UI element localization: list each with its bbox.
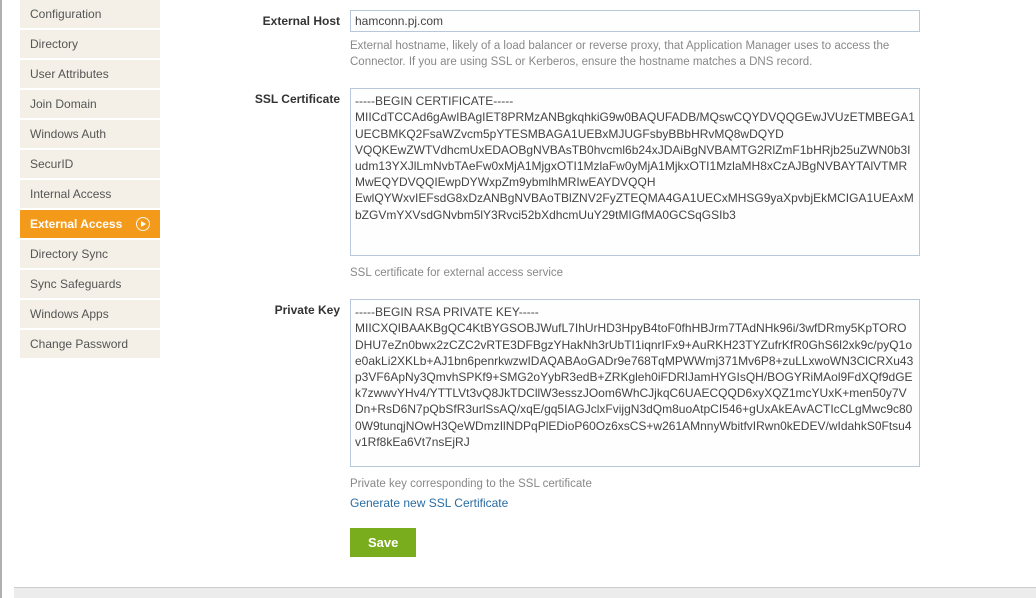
sidebar-item-windows-apps[interactable]: Windows Apps [20,300,160,328]
private-key-textarea[interactable] [350,299,920,467]
content-area: External Host External hostname, likely … [170,0,1036,598]
private-key-label: Private Key [180,299,350,317]
sidebar-item-configuration[interactable]: Configuration [20,0,160,28]
sidebar-item-user-attributes[interactable]: User Attributes [20,60,160,88]
sidebar-item-securid[interactable]: SecurID [20,150,160,178]
field-external-host: External Host External hostname, likely … [180,10,1018,70]
sidebar-item-directory-sync[interactable]: Directory Sync [20,240,160,268]
external-host-help: External hostname, likely of a load bala… [350,38,920,70]
external-host-input[interactable] [350,10,920,32]
ssl-certificate-help: SSL certificate for external access serv… [350,265,920,281]
sidebar-item-label: External Access [30,217,122,231]
private-key-help: Private key corresponding to the SSL cer… [350,476,920,492]
status-bar [14,587,1036,598]
ssl-certificate-label: SSL Certificate [180,88,350,106]
generate-ssl-link[interactable]: Generate new SSL Certificate [350,496,508,510]
field-ssl-certificate: SSL Certificate SSL certificate for exte… [180,88,1018,281]
sidebar-item-directory[interactable]: Directory [20,30,160,58]
save-button[interactable]: Save [350,528,416,557]
sidebar-item-join-domain[interactable]: Join Domain [20,90,160,118]
sidebar: Configuration Directory User Attributes … [2,0,170,598]
sidebar-item-sync-safeguards[interactable]: Sync Safeguards [20,270,160,298]
sidebar-item-external-access[interactable]: External Access [20,210,160,238]
sidebar-item-internal-access[interactable]: Internal Access [20,180,160,208]
field-private-key: Private Key Private key corresponding to… [180,299,1018,557]
external-host-label: External Host [180,10,350,28]
sidebar-item-windows-auth[interactable]: Windows Auth [20,120,160,148]
arrow-right-icon [136,217,150,231]
page-root: Configuration Directory User Attributes … [0,0,1036,598]
sidebar-item-change-password[interactable]: Change Password [20,330,160,358]
ssl-certificate-textarea[interactable] [350,88,920,256]
